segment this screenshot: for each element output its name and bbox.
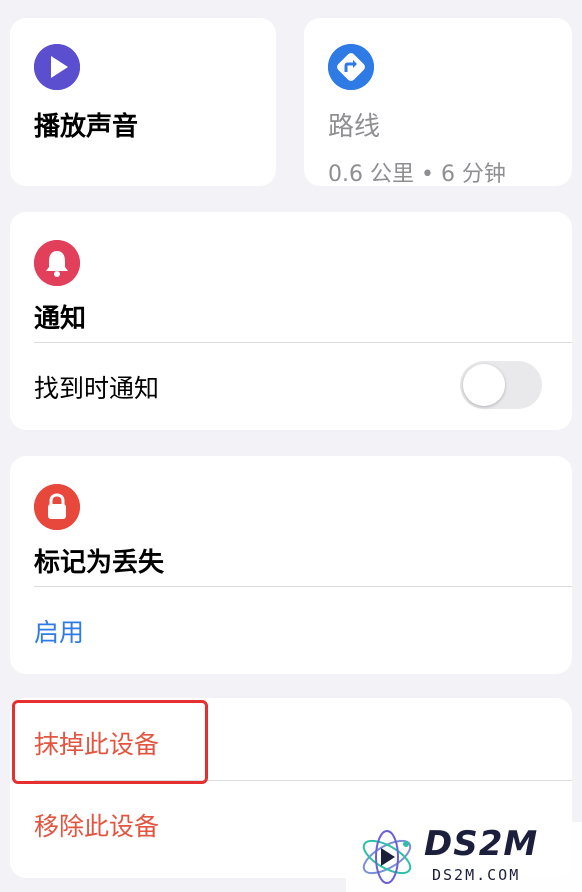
notify-when-found-label: 找到时通知 bbox=[34, 374, 160, 403]
notify-when-found-toggle[interactable] bbox=[460, 361, 542, 409]
directions-card[interactable]: 路线 0.6 公里 • 6 分钟 bbox=[304, 18, 572, 187]
lock-icon bbox=[34, 484, 80, 530]
toggle-knob bbox=[463, 364, 505, 406]
divider bbox=[34, 342, 572, 343]
activate-button[interactable]: 启用 bbox=[34, 613, 84, 649]
watermark-title: DS2M bbox=[424, 824, 539, 864]
play-sound-card[interactable]: 播放声音 bbox=[10, 18, 276, 186]
directions-detail: 0.6 公里 • 6 分钟 bbox=[328, 162, 506, 187]
mark-as-lost-title: 标记为丢失 bbox=[34, 548, 165, 578]
mark-as-lost-card: 标记为丢失 启用 bbox=[10, 456, 572, 674]
watermark-logo-icon bbox=[356, 826, 418, 892]
bell-icon bbox=[34, 240, 80, 286]
watermark: DS2M DS2M.COM bbox=[346, 822, 582, 892]
highlight-annotation bbox=[12, 700, 208, 784]
remove-device-button[interactable]: 移除此设备 bbox=[34, 807, 159, 843]
play-sound-label: 播放声音 bbox=[34, 112, 139, 142]
play-icon bbox=[34, 44, 80, 90]
notifications-card: 通知 找到时通知 bbox=[10, 212, 572, 430]
divider bbox=[34, 586, 572, 587]
directions-icon bbox=[328, 44, 374, 90]
notifications-title: 通知 bbox=[34, 304, 87, 334]
directions-label: 路线 bbox=[328, 112, 381, 142]
watermark-url: DS2M.COM bbox=[432, 866, 521, 884]
